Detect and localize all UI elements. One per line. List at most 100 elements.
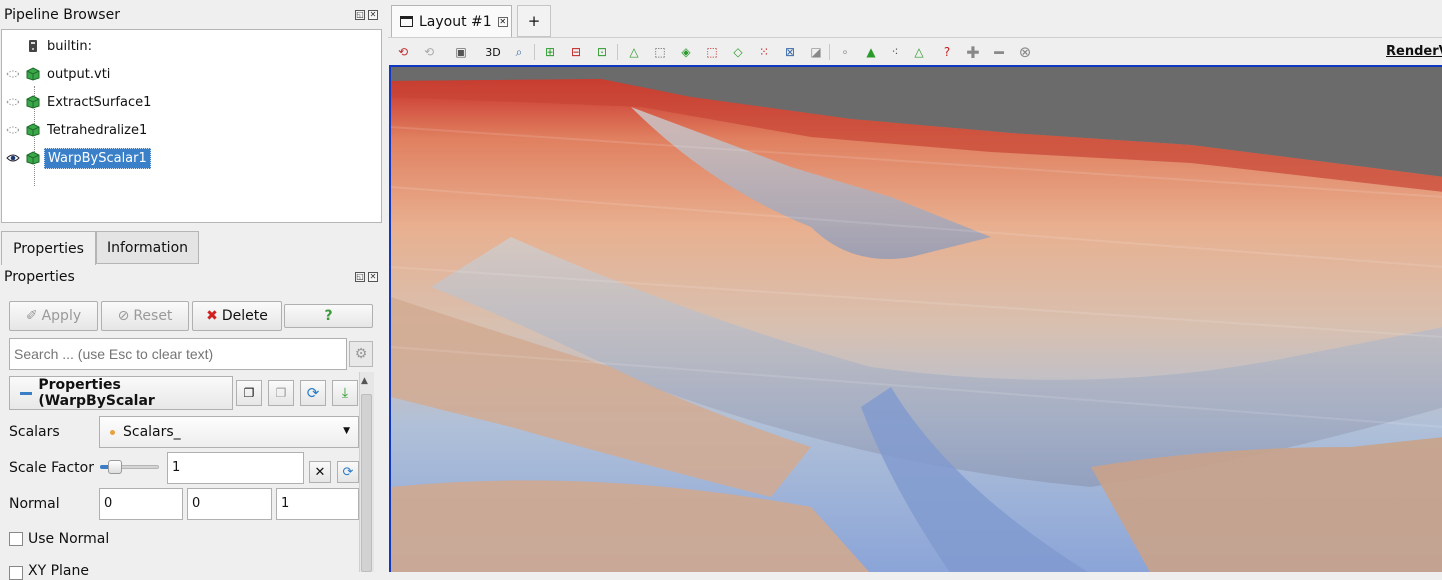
normal-y-field[interactable]: 0 [187,488,272,520]
select-cells-on-icon[interactable]: △ [625,43,643,61]
toggle-3d-button[interactable]: 3D [482,43,504,61]
select-polygon-icon[interactable]: ⊡ [593,43,611,61]
scale-factor-label: Scale Factor [9,460,94,476]
reset-icon: ⊘ [117,308,130,324]
toolbar-separator [534,44,535,60]
view-toolbar: ⟲ ⟲ ▣ 3D ⌕ ⊞ ⊟ ⊡ △ ⬚ ◈ ⬚ ◇ ⁙ ⊠ ◪ ∘ ▲ ⁖ △… [388,37,1442,65]
use-normal-checkbox[interactable] [9,532,23,546]
reset-camera-icon[interactable]: ⟲ [394,43,412,61]
tree-item-tetrahedralize1[interactable]: Tetrahedralize1 [6,118,150,142]
xy-plane-checkbox[interactable] [9,566,23,580]
close-icon[interactable]: ✕ [497,16,508,27]
select-cells-polygon-icon[interactable]: ◇ [729,43,747,61]
close-icon[interactable]: ✕ [368,272,378,282]
eye-open-icon[interactable] [6,153,20,163]
left-panel: Pipeline Browser ◱ ✕ builtin: output.vti… [0,0,386,580]
float-icon[interactable]: ◱ [355,10,365,20]
use-normal-label: Use Normal [28,531,110,547]
tree-item-output-vti[interactable]: output.vti [6,62,113,86]
tree-label: WarpByScalar1 [44,147,151,169]
tree-item-warpbyscalar1[interactable]: WarpByScalar1 [6,146,151,170]
xy-plane-label: XY Plane [28,563,89,579]
hover-cells-icon[interactable]: ◪ [807,43,825,61]
help-button[interactable]: ? [284,304,373,328]
tree-label: builtin: [47,38,93,54]
delete-button[interactable]: ✖ Delete [192,301,282,331]
hover-points-icon[interactable]: △ [910,43,928,61]
select-block-icon[interactable]: ◈ [677,43,695,61]
window-icon [400,16,413,27]
select-points-off-icon[interactable]: ⊟ [567,43,585,61]
chevron-down-icon: ▼ [343,426,350,436]
reset-label: Reset [133,308,173,324]
select-cells-frustum-icon[interactable]: ⬚ [651,43,669,61]
interactive-select-icon[interactable]: ⊠ [781,43,799,61]
cube-icon [26,151,40,165]
render-view-label[interactable]: RenderV [1386,44,1442,59]
plus-icon[interactable]: ✚ [964,43,982,62]
save-defaults-icon[interactable]: ⤓ [332,380,358,406]
add-layout-tab-button[interactable]: + [517,5,551,37]
normal-z-field[interactable]: 1 [276,488,359,520]
close-icon[interactable]: ✕ [368,10,378,20]
eye-closed-icon[interactable] [6,97,20,107]
tab-information[interactable]: Information [96,231,199,264]
paste-icon[interactable]: ❐ [268,380,294,406]
reset-button[interactable]: ⊘ Reset [101,301,189,331]
cube-icon [26,95,40,109]
reset-camera-closest-icon[interactable]: ⟲ [420,43,438,61]
gear-icon[interactable]: ⚙ [349,341,373,367]
select-points-on-icon[interactable]: ⊞ [541,43,559,61]
float-icon[interactable]: ◱ [355,272,365,282]
cube-icon [26,123,40,137]
zoom-to-box-icon[interactable]: ⌕ [510,43,528,61]
scale-factor-refresh-icon[interactable]: ⟳ [337,461,359,483]
normal-label: Normal [9,496,60,512]
eye-closed-icon[interactable] [6,125,20,135]
properties-section-header[interactable]: Properties (WarpByScalar [9,376,233,410]
clear-selection-icon[interactable]: ⊗ [1016,43,1034,61]
apply-label: Apply [41,308,82,324]
copy-icon[interactable]: ❐ [236,380,262,406]
point-data-icon [110,429,115,435]
tree-label: output.vti [47,66,111,82]
tree-item-builtin[interactable]: builtin: [26,34,95,58]
scale-factor-slider-handle[interactable] [108,460,122,474]
shrink-selection-icon[interactable]: ⁖ [886,43,904,61]
terrain-render [391,67,1442,572]
scale-factor-reset-icon[interactable]: ✕ [309,461,331,483]
server-icon [29,40,37,52]
properties-title: Properties [4,269,75,285]
apply-icon: ✐ [25,308,38,324]
select-points-polygon-icon[interactable]: ⁙ [755,43,773,61]
eye-closed-icon[interactable] [6,69,20,79]
select-points-frustum-icon[interactable]: ⬚ [703,43,721,61]
capture-screenshot-icon[interactable]: ▣ [452,43,470,61]
cube-icon [26,67,40,81]
grow-selection-icon[interactable]: ∘ [836,43,854,61]
layout-area: Layout #1 ✕ + ⟲ ⟲ ▣ 3D ⌕ ⊞ ⊟ ⊡ △ ⬚ ◈ ⬚ ◇… [388,0,1442,572]
scalars-value: Scalars_ [123,424,181,440]
scalars-select[interactable]: Scalars_ ▼ [99,416,359,448]
scroll-thumb[interactable] [361,394,372,572]
minus-icon[interactable]: ━ [990,43,1008,62]
layout-tab-label: Layout #1 [419,13,492,30]
render-view-viewport[interactable] [389,65,1442,572]
tab-properties[interactable]: Properties [1,231,96,265]
tab-layout-1[interactable]: Layout #1 ✕ [391,5,512,37]
scroll-up-icon[interactable]: ▲ [361,376,368,386]
refresh-icon[interactable]: ⟳ [300,380,326,406]
properties-dock-buttons: ◱ ✕ [355,272,378,282]
collapse-icon [20,391,33,395]
tree-label: Tetrahedralize1 [47,122,148,138]
pipeline-tree[interactable]: builtin: output.vti ExtractSurface1 Tetr… [1,29,382,223]
apply-button[interactable]: ✐ Apply [9,301,98,331]
section-title: Properties (WarpByScalar [38,377,155,409]
scale-factor-field[interactable]: 1 [167,452,304,484]
tree-item-extractsurface1[interactable]: ExtractSurface1 [6,90,154,114]
normal-x-field[interactable]: 0 [99,488,183,520]
extract-selection-icon[interactable]: ▲ [862,43,880,61]
search-input[interactable] [9,338,347,370]
delete-label: Delete [221,308,268,324]
hover-cells-query-icon[interactable]: ? [938,43,956,61]
